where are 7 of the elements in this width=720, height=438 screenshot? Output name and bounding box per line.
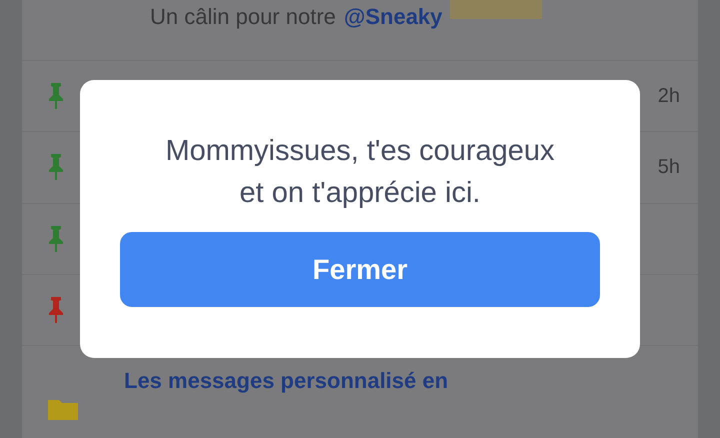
thread-title[interactable]: Les messages personnalisé en: [124, 368, 448, 394]
mention-link[interactable]: @Sneaky: [344, 4, 442, 30]
close-button[interactable]: Fermer: [120, 232, 600, 307]
time-label: 2h: [658, 84, 680, 108]
post-text: Un câlin pour notre: [150, 4, 336, 30]
time-label: 5h: [658, 156, 680, 179]
dialog-message: Mommyissues, t'es courageux et on t'apprécie ici.: [164, 134, 556, 211]
